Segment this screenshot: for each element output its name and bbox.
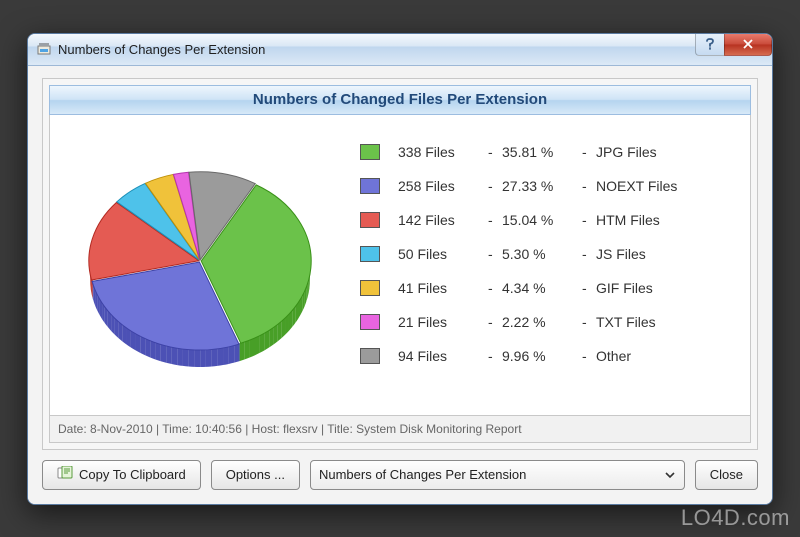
view-select[interactable]: Numbers of Changes Per Extension xyxy=(310,460,685,490)
watermark: LO4D.com xyxy=(681,505,790,531)
button-label: Options ... xyxy=(226,467,285,482)
legend-files: 21 Files xyxy=(398,314,488,330)
legend-swatch xyxy=(360,144,380,160)
legend-label: TXT Files xyxy=(596,314,740,330)
legend: 338 Files-35.81 %-JPG Files258 Files-27.… xyxy=(350,115,750,415)
select-value: Numbers of Changes Per Extension xyxy=(319,467,526,482)
sep: - xyxy=(488,212,502,228)
copy-to-clipboard-button[interactable]: Copy To Clipboard xyxy=(42,460,201,490)
legend-pct: 5.30 % xyxy=(502,246,582,262)
legend-files: 142 Files xyxy=(398,212,488,228)
legend-pct: 2.22 % xyxy=(502,314,582,330)
sep: - xyxy=(488,280,502,296)
legend-row: 50 Files-5.30 %-JS Files xyxy=(360,237,740,271)
help-button[interactable] xyxy=(695,34,725,56)
status-bar: Date: 8-Nov-2010 | Time: 10:40:56 | Host… xyxy=(49,415,751,443)
dialog-window: Numbers of Changes Per Extension Numbers… xyxy=(27,33,773,505)
sep: - xyxy=(582,348,596,364)
pie-chart xyxy=(50,115,350,415)
legend-label: Other xyxy=(596,348,740,364)
sep: - xyxy=(582,314,596,330)
sep: - xyxy=(582,144,596,160)
legend-row: 94 Files-9.96 %-Other xyxy=(360,339,740,373)
legend-row: 21 Files-2.22 %-TXT Files xyxy=(360,305,740,339)
sep: - xyxy=(488,144,502,160)
legend-row: 41 Files-4.34 %-GIF Files xyxy=(360,271,740,305)
window-title: Numbers of Changes Per Extension xyxy=(58,42,265,57)
clipboard-icon xyxy=(57,466,73,483)
legend-swatch xyxy=(360,314,380,330)
app-icon xyxy=(36,41,52,57)
legend-files: 50 Files xyxy=(398,246,488,262)
legend-row: 338 Files-35.81 %-JPG Files xyxy=(360,135,740,169)
button-label: Close xyxy=(710,467,743,482)
sep: - xyxy=(488,178,502,194)
legend-row: 258 Files-27.33 %-NOEXT Files xyxy=(360,169,740,203)
titlebar[interactable]: Numbers of Changes Per Extension xyxy=(28,34,772,66)
help-icon xyxy=(705,38,715,50)
legend-label: JS Files xyxy=(596,246,740,262)
legend-files: 258 Files xyxy=(398,178,488,194)
legend-pct: 27.33 % xyxy=(502,178,582,194)
legend-pct: 35.81 % xyxy=(502,144,582,160)
sep: - xyxy=(488,314,502,330)
button-row: Copy To Clipboard Options ... Numbers of… xyxy=(42,460,758,490)
legend-pct: 4.34 % xyxy=(502,280,582,296)
button-label: Copy To Clipboard xyxy=(79,467,186,482)
legend-row: 142 Files-15.04 %-HTM Files xyxy=(360,203,740,237)
content-panel: Numbers of Changed Files Per Extension 3… xyxy=(42,78,758,450)
legend-label: NOEXT Files xyxy=(596,178,740,194)
legend-swatch xyxy=(360,348,380,364)
close-icon xyxy=(742,39,754,49)
chevron-down-icon xyxy=(664,468,676,485)
chart-row: 338 Files-35.81 %-JPG Files258 Files-27.… xyxy=(49,115,751,415)
close-button[interactable]: Close xyxy=(695,460,758,490)
options-button[interactable]: Options ... xyxy=(211,460,300,490)
legend-swatch xyxy=(360,178,380,194)
close-window-button[interactable] xyxy=(724,34,772,56)
window-controls xyxy=(696,34,772,56)
legend-label: GIF Files xyxy=(596,280,740,296)
sep: - xyxy=(582,246,596,262)
legend-label: JPG Files xyxy=(596,144,740,160)
legend-pct: 15.04 % xyxy=(502,212,582,228)
legend-swatch xyxy=(360,212,380,228)
legend-swatch xyxy=(360,280,380,296)
legend-files: 41 Files xyxy=(398,280,488,296)
legend-label: HTM Files xyxy=(596,212,740,228)
sep: - xyxy=(488,246,502,262)
panel-title: Numbers of Changed Files Per Extension xyxy=(49,85,751,115)
sep: - xyxy=(582,280,596,296)
legend-pct: 9.96 % xyxy=(502,348,582,364)
sep: - xyxy=(582,212,596,228)
sep: - xyxy=(582,178,596,194)
client-area: Numbers of Changed Files Per Extension 3… xyxy=(28,66,772,504)
legend-swatch xyxy=(360,246,380,262)
legend-files: 94 Files xyxy=(398,348,488,364)
legend-files: 338 Files xyxy=(398,144,488,160)
sep: - xyxy=(488,348,502,364)
